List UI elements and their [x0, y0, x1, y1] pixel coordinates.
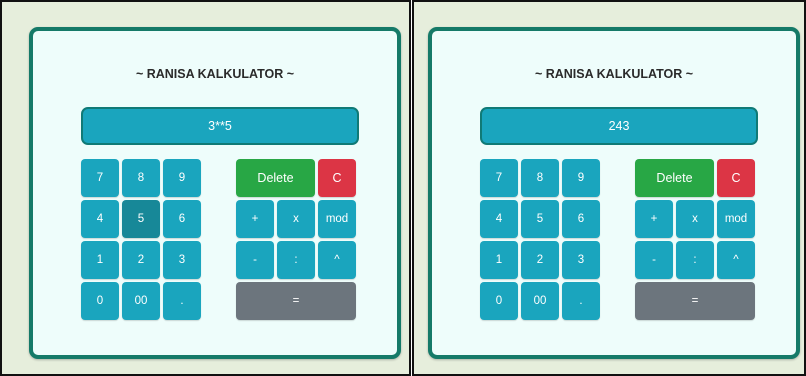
key-7[interactable]: 7 [480, 159, 518, 197]
key-0[interactable]: 0 [480, 282, 518, 320]
key-multiply[interactable]: x [277, 200, 315, 238]
calculator-title: ~ RANISA KALKULATOR ~ [534, 67, 694, 81]
key-7[interactable]: 7 [81, 159, 119, 197]
calculator-card: ~ RANISA KALKULATOR ~ 3**5 7 8 9 4 5 6 1… [29, 27, 401, 359]
key-mod[interactable]: mod [717, 200, 755, 238]
key-3[interactable]: 3 [562, 241, 600, 279]
calculator-title: ~ RANISA KALKULATOR ~ [135, 67, 295, 81]
key-power[interactable]: ^ [318, 241, 356, 279]
key-00[interactable]: 00 [521, 282, 559, 320]
key-plus[interactable]: + [236, 200, 274, 238]
calculator-panel-before: ~ RANISA KALKULATOR ~ 3**5 7 8 9 4 5 6 1… [0, 0, 411, 376]
key-power[interactable]: ^ [717, 241, 755, 279]
clear-button[interactable]: C [717, 159, 755, 197]
key-9[interactable]: 9 [163, 159, 201, 197]
equals-button[interactable]: = [236, 282, 356, 320]
key-divide[interactable]: : [676, 241, 714, 279]
delete-button[interactable]: Delete [236, 159, 315, 197]
key-4[interactable]: 4 [480, 200, 518, 238]
key-5[interactable]: 5 [122, 200, 160, 238]
key-divide[interactable]: : [277, 241, 315, 279]
key-3[interactable]: 3 [163, 241, 201, 279]
key-2[interactable]: 2 [122, 241, 160, 279]
key-minus[interactable]: - [635, 241, 673, 279]
delete-button[interactable]: Delete [635, 159, 714, 197]
key-2[interactable]: 2 [521, 241, 559, 279]
key-mod[interactable]: mod [318, 200, 356, 238]
key-1[interactable]: 1 [81, 241, 119, 279]
calculator-panel-after: ~ RANISA KALKULATOR ~ 243 7 8 9 4 5 6 1 … [412, 0, 806, 376]
key-decimal[interactable]: . [163, 282, 201, 320]
key-multiply[interactable]: x [676, 200, 714, 238]
key-minus[interactable]: - [236, 241, 274, 279]
key-9[interactable]: 9 [562, 159, 600, 197]
equals-button[interactable]: = [635, 282, 755, 320]
key-8[interactable]: 8 [122, 159, 160, 197]
key-0[interactable]: 0 [81, 282, 119, 320]
calculator-card: ~ RANISA KALKULATOR ~ 243 7 8 9 4 5 6 1 … [428, 27, 800, 359]
clear-button[interactable]: C [318, 159, 356, 197]
key-decimal[interactable]: . [562, 282, 600, 320]
key-6[interactable]: 6 [163, 200, 201, 238]
calculator-display: 243 [480, 107, 758, 145]
key-1[interactable]: 1 [480, 241, 518, 279]
key-plus[interactable]: + [635, 200, 673, 238]
key-4[interactable]: 4 [81, 200, 119, 238]
key-8[interactable]: 8 [521, 159, 559, 197]
key-00[interactable]: 00 [122, 282, 160, 320]
key-5[interactable]: 5 [521, 200, 559, 238]
key-6[interactable]: 6 [562, 200, 600, 238]
calculator-display: 3**5 [81, 107, 359, 145]
